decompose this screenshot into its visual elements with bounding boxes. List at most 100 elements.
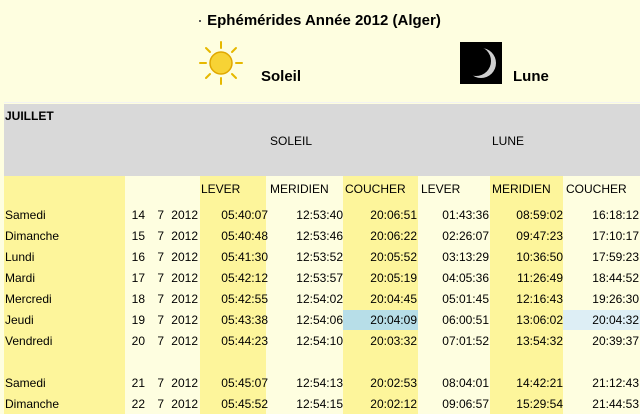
table-cell-day: Samedi <box>5 376 46 390</box>
table-cell-d: 20 <box>131 334 145 348</box>
soleil-label: Soleil <box>261 68 302 85</box>
table-cell-lm: 08:59:02 <box>516 208 563 222</box>
table-cell-day: Vendredi <box>5 334 53 348</box>
table-cell-lc: 19:26:30 <box>592 292 639 306</box>
table-cell-m: 7 <box>157 334 164 348</box>
table-cell-ll: 03:13:29 <box>442 250 489 264</box>
table-cell-m: 7 <box>157 376 164 390</box>
table-cell-y: 2012 <box>171 250 198 264</box>
table-cell-m: 7 <box>157 313 164 327</box>
table-cell-y: 2012 <box>171 376 198 390</box>
table-cell-lm: 10:36:50 <box>516 250 563 264</box>
table-cell-y: 2012 <box>171 313 198 327</box>
table-cell-m: 7 <box>157 397 164 411</box>
table-cell-ll: 07:01:52 <box>442 334 489 348</box>
table-cell-sc: 20:04:09 <box>370 313 417 327</box>
table-cell-day: Mardi <box>5 271 36 285</box>
table-cell-m: 7 <box>157 208 164 222</box>
table-cell-sc: 20:06:22 <box>370 229 417 243</box>
table-cell-sl: 05:40:07 <box>221 208 268 222</box>
table-cell-d: 16 <box>131 250 145 264</box>
table-cell-lm: 11:26:49 <box>517 271 563 285</box>
table-cell-y: 2012 <box>171 334 198 348</box>
table-cell-sl: 05:41:30 <box>221 250 268 264</box>
table-cell-ll: 08:04:01 <box>442 376 489 390</box>
table-cell-day: Dimanche <box>5 397 60 411</box>
table-cell-sc: 20:03:32 <box>370 334 417 348</box>
month-label: JUILLET <box>5 109 54 123</box>
table-cell-d: 15 <box>131 229 145 243</box>
table-cell-lm: 09:47:23 <box>516 229 563 243</box>
table-cell-ll: 01:43:36 <box>442 208 489 222</box>
table-cell-lc: 20:04:32 <box>592 313 639 327</box>
table-cell-lm: 14:42:21 <box>516 376 563 390</box>
table-cell-sm: 12:54:10 <box>296 334 343 348</box>
table-cell-ll: 06:00:51 <box>442 313 489 327</box>
table-cell-y: 2012 <box>171 292 198 306</box>
table-cell-day: Samedi <box>5 208 46 222</box>
table-cell-lc: 17:10:17 <box>592 229 639 243</box>
table-header-band <box>4 104 640 176</box>
lune-label: Lune <box>513 68 549 85</box>
table-cell-sm: 12:53:57 <box>296 271 343 285</box>
table-cell-sl: 05:43:38 <box>221 313 268 327</box>
table-cell-ll: 05:01:45 <box>442 292 489 306</box>
table-cell-day: Dimanche <box>5 229 60 243</box>
table-cell-day: Mercredi <box>5 292 52 306</box>
header-lever-lune: LEVER <box>421 182 461 196</box>
table-cell-lc: 16:18:12 <box>592 208 639 222</box>
table-cell-d: 17 <box>131 271 145 285</box>
table-cell-lc: 17:59:23 <box>592 250 639 264</box>
table-cell-sc: 20:02:12 <box>370 397 417 411</box>
table-cell-sc: 20:02:53 <box>370 376 417 390</box>
table-cell-lm: 15:29:54 <box>516 397 563 411</box>
table-cell-lc: 20:39:37 <box>592 334 639 348</box>
header-lever: LEVER <box>201 182 241 196</box>
sun-icon <box>198 40 244 86</box>
table-cell-sm: 12:54:13 <box>296 376 343 390</box>
page-title: Ephémérides Année 2012 (Alger) <box>0 12 640 29</box>
table-cell-sl: 05:44:23 <box>221 334 268 348</box>
table-cell-lm: 13:54:32 <box>516 334 563 348</box>
table-cell-sl: 05:42:12 <box>221 271 268 285</box>
table-cell-d: 14 <box>131 208 145 222</box>
table-cell-sc: 20:04:45 <box>370 292 417 306</box>
table-cell-lc: 21:12:43 <box>592 376 639 390</box>
table-cell-sc: 20:06:51 <box>370 208 417 222</box>
table-cell-sl: 05:42:55 <box>221 292 268 306</box>
header-coucher: COUCHER <box>345 182 406 196</box>
table-cell-sm: 12:53:46 <box>296 229 343 243</box>
table-cell-d: 21 <box>131 376 145 390</box>
table-cell-m: 7 <box>157 250 164 264</box>
table-cell-sm: 12:54:06 <box>296 313 343 327</box>
table-cell-y: 2012 <box>171 208 198 222</box>
table-cell-ll: 02:26:07 <box>442 229 489 243</box>
table-cell-sm: 12:53:40 <box>296 208 343 222</box>
table-cell-lm: 13:06:02 <box>516 313 563 327</box>
table-cell-y: 2012 <box>171 397 198 411</box>
table-cell-d: 18 <box>131 292 145 306</box>
table-cell-ll: 09:06:57 <box>442 397 489 411</box>
table-cell-sm: 12:53:52 <box>296 250 343 264</box>
table-cell-lm: 12:16:43 <box>516 292 563 306</box>
table-cell-sl: 05:45:07 <box>221 376 268 390</box>
table-cell-sc: 20:05:52 <box>370 250 417 264</box>
table-cell-sl: 05:40:48 <box>221 229 268 243</box>
table-cell-m: 7 <box>157 292 164 306</box>
group-soleil: SOLEIL <box>270 134 313 148</box>
table-cell-m: 7 <box>157 229 164 243</box>
table-cell-y: 2012 <box>171 229 198 243</box>
table-cell-day: Jeudi <box>5 313 34 327</box>
table-cell-m: 7 <box>157 271 164 285</box>
header-meridien-lune: MERIDIEN <box>492 182 551 196</box>
table-cell-d: 19 <box>131 313 145 327</box>
table-cell-ll: 04:05:36 <box>442 271 489 285</box>
moon-icon <box>460 42 502 84</box>
table-cell-d: 22 <box>131 397 145 411</box>
header-coucher-lune: COUCHER <box>566 182 627 196</box>
table-cell-lc: 21:44:53 <box>592 397 639 411</box>
header-meridien: MERIDIEN <box>270 182 329 196</box>
table-cell-sm: 12:54:02 <box>296 292 343 306</box>
table-cell-sc: 20:05:19 <box>370 271 417 285</box>
table-cell-y: 2012 <box>171 271 198 285</box>
